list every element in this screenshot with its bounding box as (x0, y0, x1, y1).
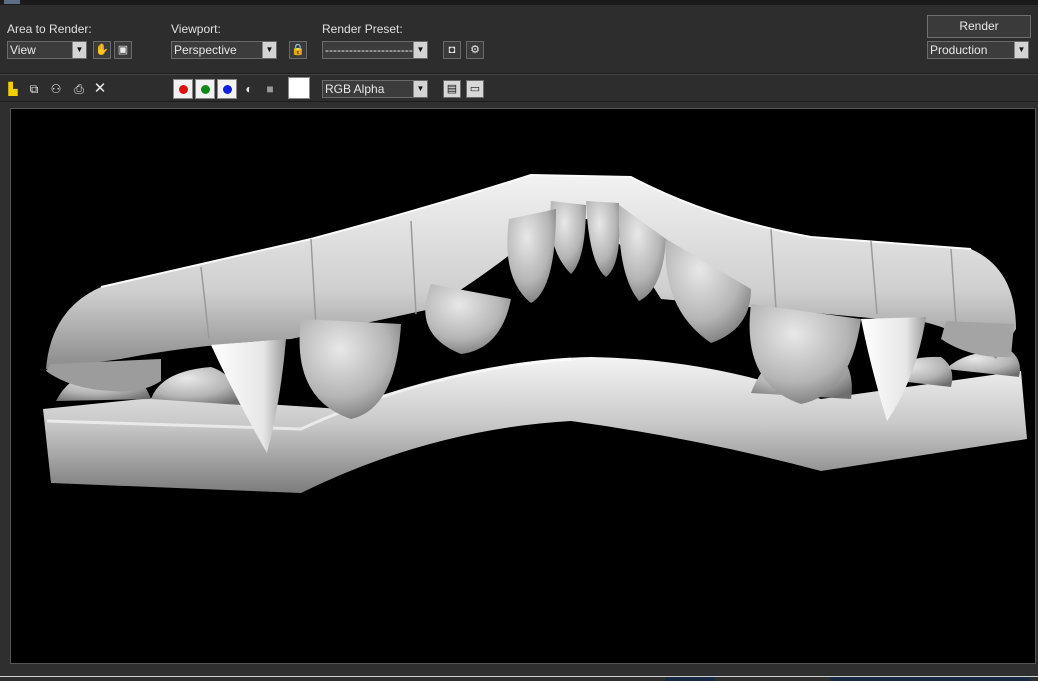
chevron-down-icon: ▼ (72, 42, 86, 58)
monochrome-icon[interactable]: ◐ (241, 81, 257, 97)
production-value: Production (930, 43, 988, 57)
chevron-down-icon: ▼ (413, 81, 427, 97)
color-swatch[interactable] (288, 77, 310, 99)
area-to-render-dropdown[interactable]: View ▼ (7, 41, 87, 59)
print-icon[interactable]: ⎙ (71, 81, 87, 97)
environment-effects-icon[interactable]: ⚙ (466, 41, 484, 59)
region-icon[interactable]: ▣ (114, 41, 132, 59)
taskbar-segment (665, 677, 715, 681)
clear-icon[interactable]: ✕ (92, 81, 108, 97)
toggle-overlay-icon[interactable]: ▤ (443, 80, 461, 98)
viewport-label: Viewport: (171, 22, 221, 36)
lock-icon[interactable]: 🔒 (289, 41, 307, 59)
render-setup-icon[interactable]: ◘ (443, 41, 461, 59)
red-channel-icon (179, 85, 188, 94)
app-icon (4, 0, 20, 4)
save-icon[interactable]: ▙ (5, 81, 21, 97)
render-toolbar: Area to Render: View ▼ ✋ ▣ Viewport: Per… (0, 5, 1038, 102)
production-dropdown[interactable]: Production ▼ (927, 41, 1029, 59)
chevron-down-icon: ▼ (262, 42, 276, 58)
taskbar-segment (830, 677, 1030, 681)
red-channel-toggle[interactable] (173, 79, 193, 99)
render-preset-dropdown[interactable]: ---------------------------- ▼ (322, 41, 428, 59)
copy-icon[interactable]: ⧉ (26, 81, 42, 97)
chevron-down-icon: ▼ (1014, 42, 1028, 58)
viewport-dropdown[interactable]: Perspective ▼ (171, 41, 277, 59)
show-toolbar-icon[interactable]: ▭ (466, 80, 484, 98)
toolbar-divider (0, 73, 1038, 75)
status-strip (0, 664, 1038, 681)
hand-icon[interactable]: ✋ (93, 41, 111, 59)
channel-value: RGB Alpha (325, 82, 385, 96)
channel-dropdown[interactable]: RGB Alpha ▼ (322, 80, 428, 98)
render-viewport[interactable] (10, 108, 1036, 664)
viewport-value: Perspective (174, 43, 237, 57)
blue-channel-toggle[interactable] (217, 79, 237, 99)
chevron-down-icon: ▼ (413, 42, 427, 58)
render-preset-label: Render Preset: (322, 22, 403, 36)
area-to-render-value: View (10, 43, 36, 57)
blue-channel-icon (223, 85, 232, 94)
clone-window-icon[interactable]: ⚇ (48, 81, 64, 97)
teeth-render-image (43, 173, 1027, 493)
green-channel-toggle[interactable] (195, 79, 215, 99)
alpha-channel-icon[interactable]: ■ (262, 81, 278, 97)
green-channel-icon (201, 85, 210, 94)
area-to-render-label: Area to Render: (7, 22, 92, 36)
render-button[interactable]: Render (927, 15, 1031, 38)
